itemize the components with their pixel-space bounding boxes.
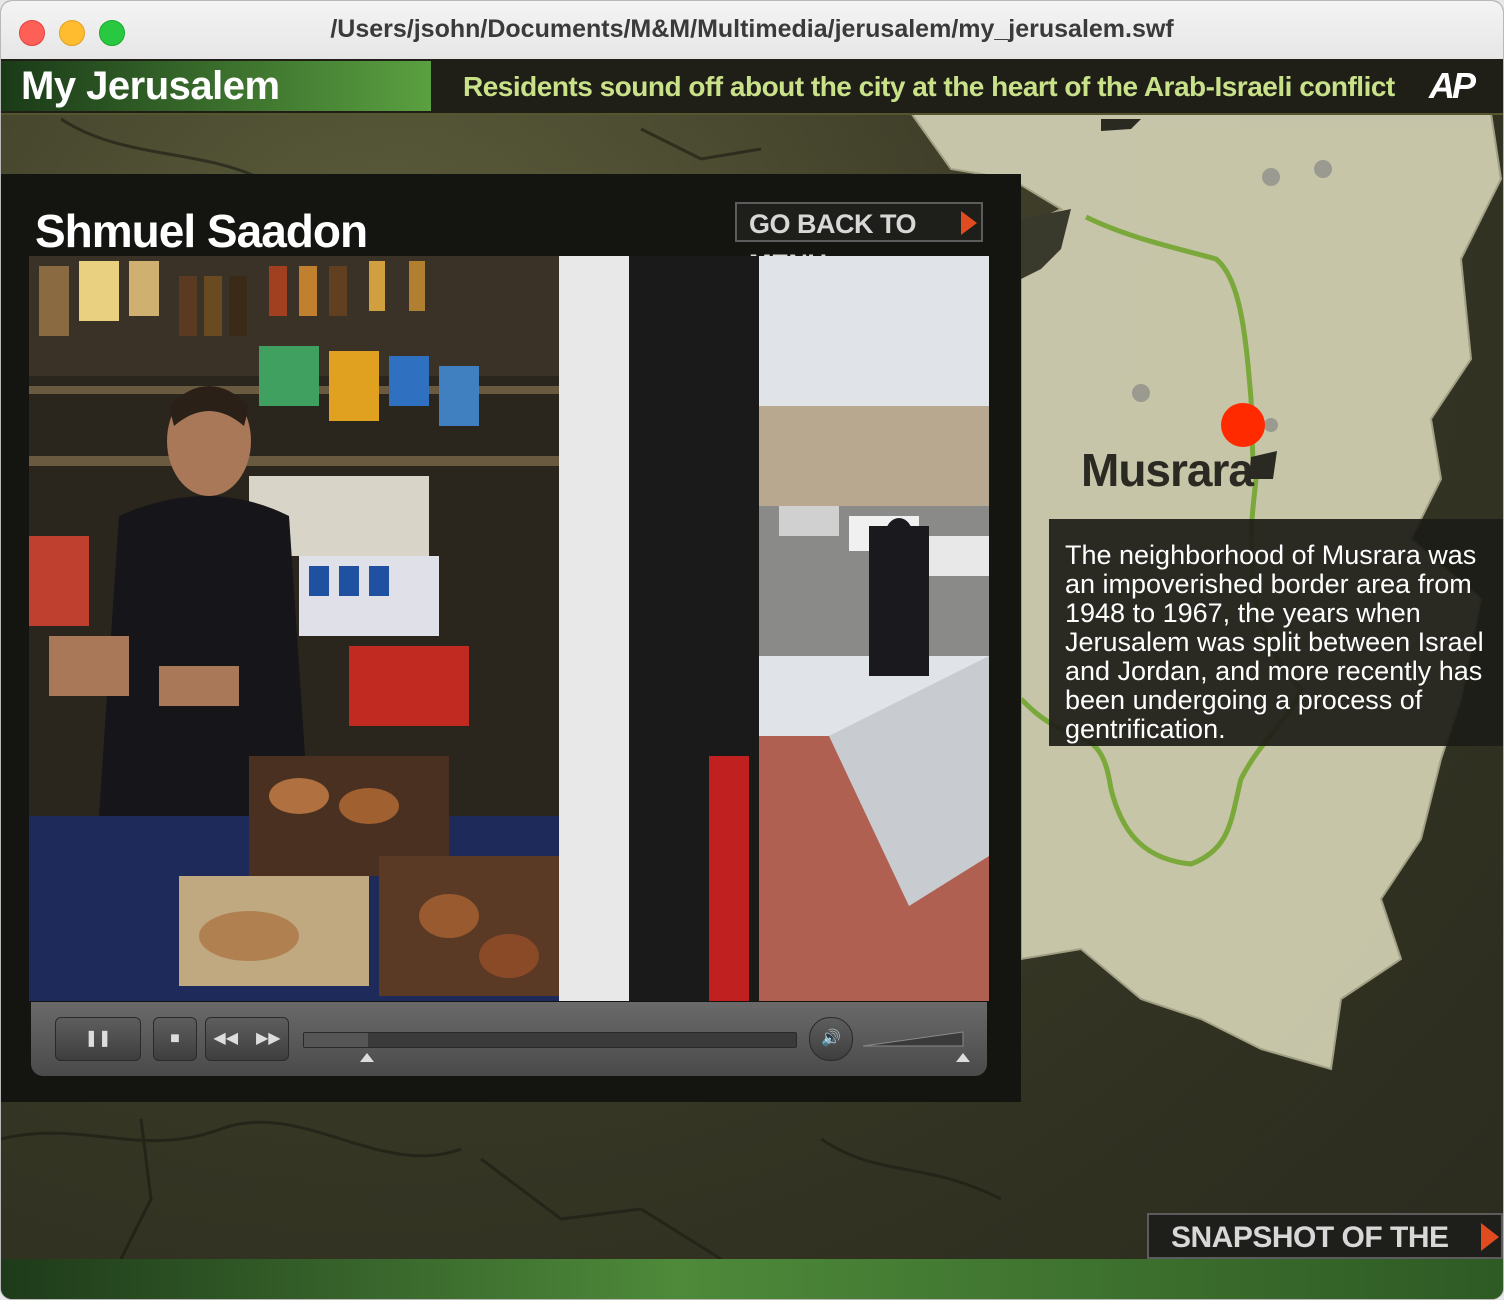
- window-title: /Users/jsohn/Documents/M&M/Multimedia/je…: [330, 15, 1174, 43]
- pause-button[interactable]: ❚❚: [55, 1017, 141, 1061]
- neighborhood-description: The neighborhood of Musrara was an impov…: [1049, 519, 1503, 746]
- video-panel: Shmuel Saadon GO BACK TO MENU: [1, 174, 1021, 1102]
- header-bar: My Jerusalem Residents sound off about t…: [1, 59, 1503, 115]
- footer-bar: [1, 1259, 1503, 1299]
- app-window: /Users/jsohn/Documents/M&M/Multimedia/je…: [0, 0, 1504, 1300]
- arrow-right-icon: [961, 211, 977, 235]
- seek-buttons: ◀◀ ▶▶: [205, 1017, 289, 1061]
- fast-forward-icon[interactable]: ▶▶: [256, 1030, 281, 1047]
- volume-handle[interactable]: [956, 1053, 970, 1062]
- video-controls: ❚❚ ■ ◀◀ ▶▶ 🔊: [31, 1002, 987, 1076]
- progress-handle[interactable]: [359, 1053, 374, 1062]
- person-name: Shmuel Saadon: [35, 205, 368, 257]
- go-back-to-menu-button[interactable]: GO BACK TO MENU: [735, 202, 983, 279]
- map-point[interactable]: [1132, 384, 1150, 402]
- arrow-right-icon: [1481, 1223, 1499, 1251]
- map-point[interactable]: [1314, 160, 1332, 178]
- pause-icon: ❚❚: [84, 1030, 112, 1047]
- flash-stage: My Jerusalem Residents sound off about t…: [1, 59, 1503, 1299]
- video-image: [29, 256, 989, 1001]
- neighborhood-label: Musrara: [1081, 444, 1254, 496]
- video-frame[interactable]: [29, 256, 989, 1001]
- rewind-icon[interactable]: ◀◀: [213, 1030, 238, 1047]
- stop-icon: ■: [170, 1030, 180, 1047]
- volume-button[interactable]: 🔊: [809, 1017, 853, 1061]
- tagline: Residents sound off about the city at th…: [463, 71, 1395, 102]
- progress-fill: [304, 1033, 368, 1047]
- snapshot-of-the-city-button[interactable]: SNAPSHOT OF THE CITY: [1147, 1213, 1503, 1299]
- volume-slider[interactable]: [863, 1030, 965, 1048]
- map-point[interactable]: [1264, 418, 1278, 432]
- app-title: My Jerusalem: [1, 61, 431, 111]
- speaker-icon: 🔊: [821, 1030, 841, 1047]
- map-point[interactable]: [1262, 168, 1280, 186]
- musrara-marker[interactable]: [1221, 403, 1265, 447]
- ap-logo: AP: [1428, 65, 1476, 106]
- title-bar: /Users/jsohn/Documents/M&M/Multimedia/je…: [1, 1, 1503, 60]
- progress-bar[interactable]: [303, 1032, 797, 1048]
- stop-button[interactable]: ■: [153, 1017, 197, 1061]
